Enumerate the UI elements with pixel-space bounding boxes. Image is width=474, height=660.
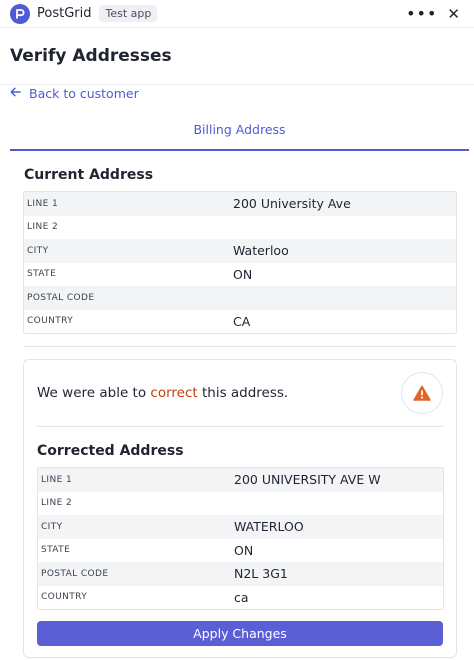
environment-badge: Test app xyxy=(99,5,158,22)
field-value: Waterloo xyxy=(233,243,289,259)
warning-badge xyxy=(401,372,443,414)
message-suffix: this address. xyxy=(197,385,289,401)
corrected-address-table: LINE 1 200 UNIVERSITY AVE W LINE 2 CITY … xyxy=(37,467,444,610)
table-row: POSTAL CODE xyxy=(24,286,456,310)
active-tab-indicator xyxy=(10,149,469,151)
field-label: STATE xyxy=(41,545,71,556)
table-row: STATE ON xyxy=(24,263,456,287)
field-label: POSTAL CODE xyxy=(27,292,95,303)
table-row: LINE 2 xyxy=(24,216,456,240)
field-label: LINE 2 xyxy=(27,222,59,233)
table-row: POSTAL CODE N2L 3G1 xyxy=(38,562,443,586)
apply-changes-button[interactable]: Apply Changes xyxy=(37,621,443,646)
app-name: PostGrid xyxy=(37,6,92,21)
app-top-bar: PostGrid Test app ••• ✕ xyxy=(0,0,474,28)
field-label: CITY xyxy=(41,521,63,532)
table-row: COUNTRY ca xyxy=(38,586,443,610)
field-label: LINE 1 xyxy=(27,198,59,209)
field-label: LINE 2 xyxy=(41,498,73,509)
verify-addresses-page: PostGrid Test app ••• ✕ Verify Addresses… xyxy=(0,0,474,660)
close-icon[interactable]: ✕ xyxy=(447,5,460,23)
more-options-icon[interactable]: ••• xyxy=(406,5,437,22)
field-value: 200 UNIVERSITY AVE W xyxy=(234,472,381,488)
back-to-customer-link[interactable]: Back to customer xyxy=(10,86,139,101)
table-row: LINE 2 xyxy=(38,492,443,516)
table-row: COUNTRY CA xyxy=(24,310,456,334)
field-value: N2L 3G1 xyxy=(234,566,288,582)
field-value: ON xyxy=(233,266,253,282)
table-row: LINE 1 200 University Ave xyxy=(24,192,456,216)
tab-billing-address[interactable]: Billing Address xyxy=(10,122,469,150)
field-value: ca xyxy=(234,589,249,605)
table-row: CITY WATERLOO xyxy=(38,515,443,539)
table-row: STATE ON xyxy=(38,539,443,563)
current-address-table: LINE 1 200 University Ave LINE 2 CITY Wa… xyxy=(23,191,457,334)
corrected-address-title: Corrected Address xyxy=(37,443,184,459)
field-label: STATE xyxy=(27,269,57,280)
message-prefix: We were able to xyxy=(37,385,151,401)
table-row: LINE 1 200 UNIVERSITY AVE W xyxy=(38,468,443,492)
message-accent: correct xyxy=(150,385,198,401)
section-divider xyxy=(24,346,456,347)
table-row: CITY Waterloo xyxy=(24,239,456,263)
correction-card: We were able to correct this address. Co… xyxy=(23,359,457,658)
field-label: CITY xyxy=(27,245,49,256)
field-value: CA xyxy=(233,313,251,329)
field-label: POSTAL CODE xyxy=(41,568,109,579)
field-value: ON xyxy=(234,542,254,558)
field-value: 200 University Ave xyxy=(233,196,351,212)
correction-message: We were able to correct this address. xyxy=(37,385,288,401)
field-label: COUNTRY xyxy=(27,316,74,327)
page-title: Verify Addresses xyxy=(10,46,172,66)
current-address-title: Current Address xyxy=(24,167,154,183)
arrow-left-icon xyxy=(10,86,21,101)
field-label: COUNTRY xyxy=(41,592,88,603)
header-divider xyxy=(0,84,474,85)
card-divider xyxy=(37,426,443,427)
back-link-label: Back to customer xyxy=(29,86,139,101)
field-label: LINE 1 xyxy=(41,474,73,485)
warning-icon xyxy=(413,385,431,401)
field-value: WATERLOO xyxy=(234,519,304,535)
postgrid-logo-icon xyxy=(10,3,30,24)
